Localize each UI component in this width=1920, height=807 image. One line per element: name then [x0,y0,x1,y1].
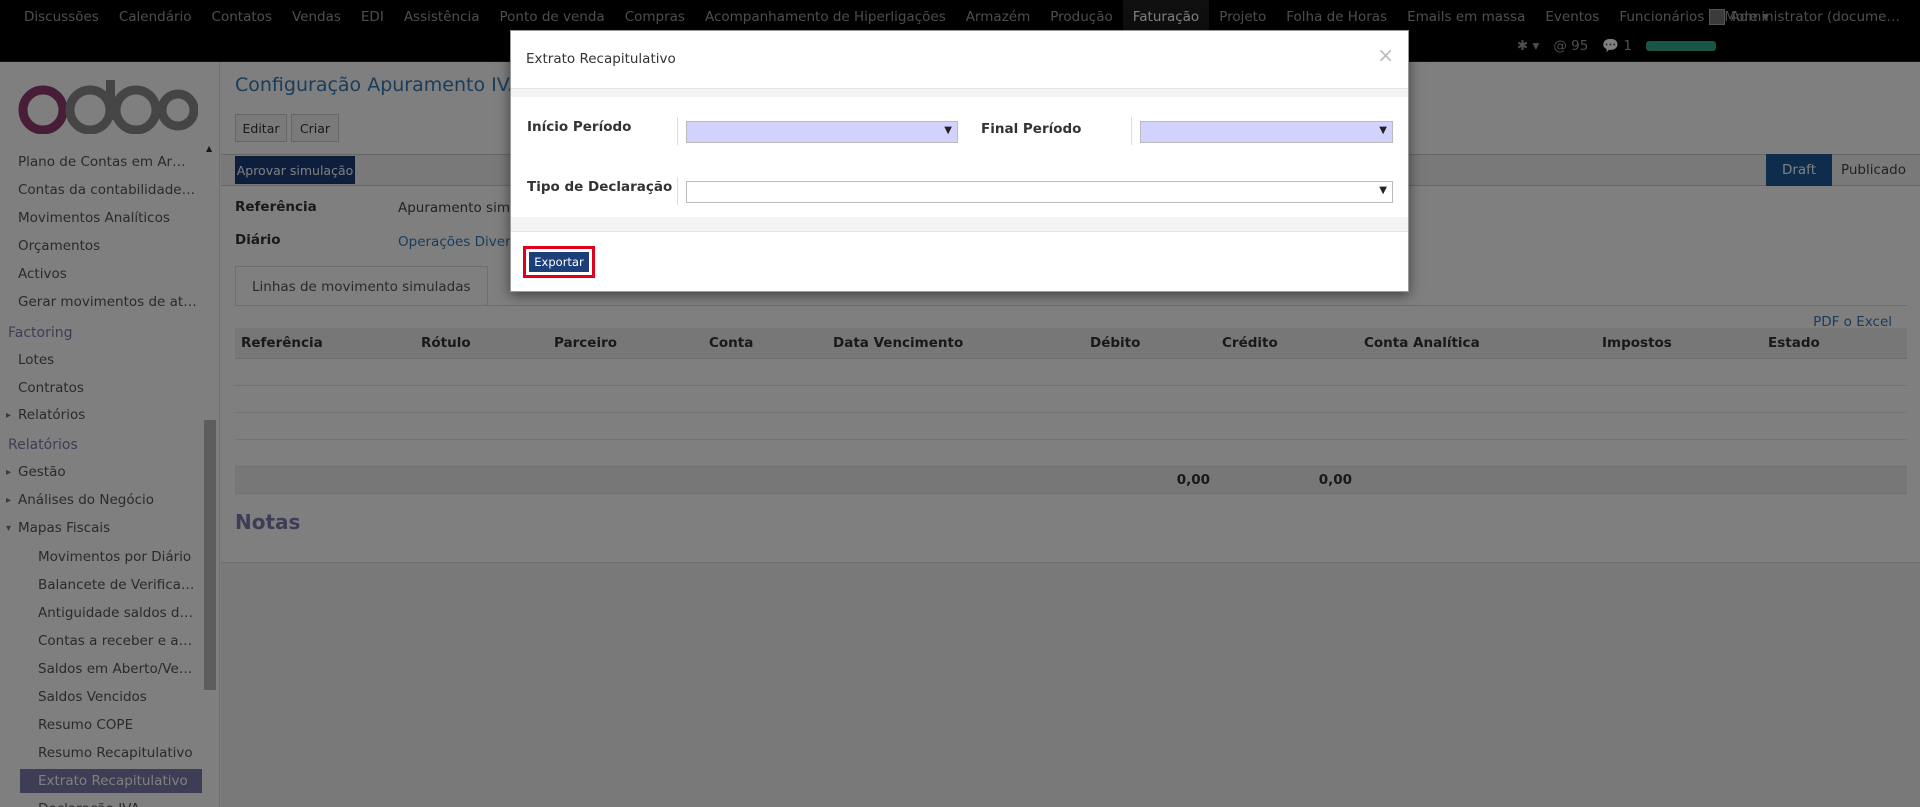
dialog-band-top [511,89,1408,97]
end-period-label: Final Período [981,121,1082,137]
dialog-band-bottom [511,217,1408,231]
declaration-type-label: Tipo de Declaração [527,179,673,195]
dialog-title: Extrato Recapitulativo [526,51,676,67]
chevron-down-icon: ▼ [944,125,952,136]
close-icon[interactable]: × [1377,43,1394,67]
dialog-footer: Exportar [511,231,1408,291]
field-separator [677,177,678,205]
chevron-down-icon: ▼ [1379,185,1387,196]
export-dialog: Extrato Recapitulativo × Início Período … [510,30,1409,292]
start-period-label: Início Período [527,119,632,135]
end-period-select[interactable]: ▼ [1140,121,1393,143]
dialog-header: Extrato Recapitulativo × [511,31,1408,89]
start-period-select[interactable]: ▼ [686,121,958,143]
export-button[interactable]: Exportar [529,252,589,272]
chevron-down-icon: ▼ [1379,125,1387,136]
export-highlight: Exportar [523,246,595,278]
field-separator [677,117,678,145]
field-separator [1131,117,1132,145]
declaration-type-select[interactable]: ▼ [686,181,1393,203]
